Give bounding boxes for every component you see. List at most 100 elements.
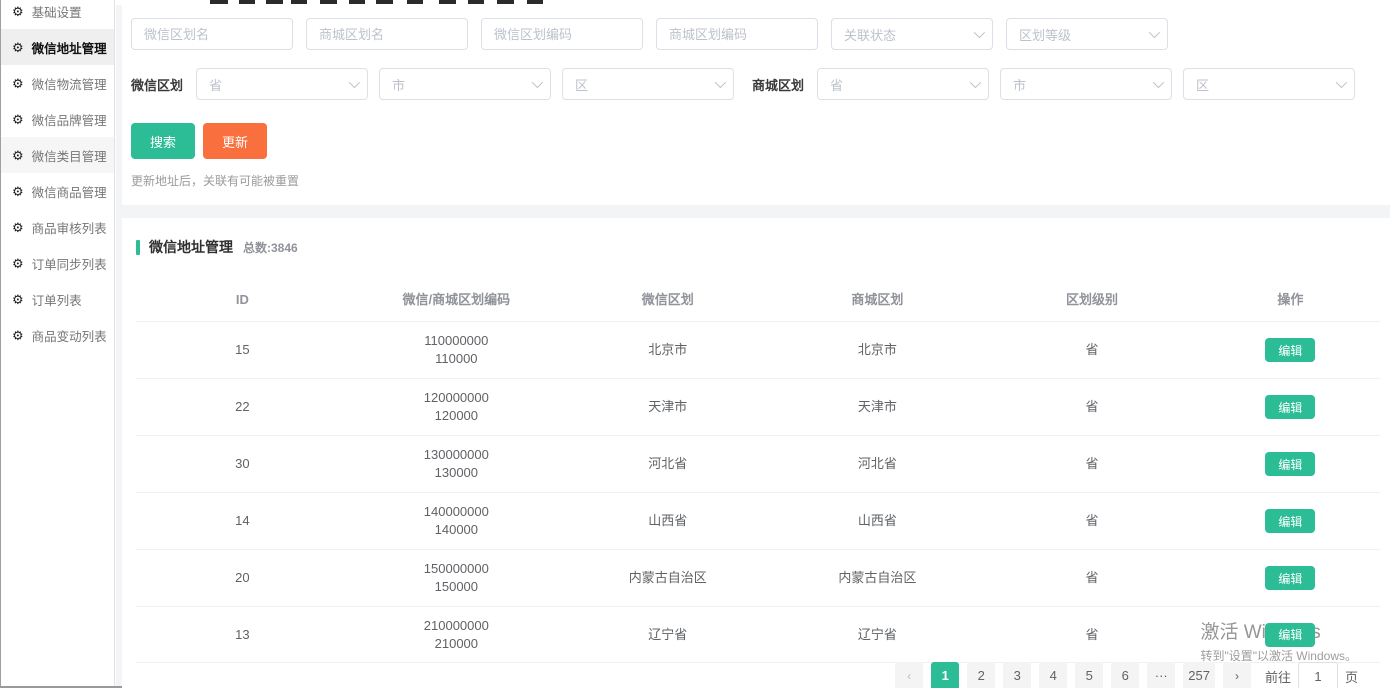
- mall-code: 110000: [349, 350, 564, 368]
- update-note: 更新地址后，关联有可能被重置: [131, 172, 1380, 189]
- cell-wechat-region: 辽宁省: [564, 626, 772, 644]
- cell-actions: 编辑: [1201, 452, 1380, 476]
- cell-id: 20: [136, 569, 349, 587]
- edit-button[interactable]: 编辑: [1265, 395, 1315, 419]
- cell-wechat-region: 天津市: [564, 398, 772, 416]
- sidebar-item-label: 微信物流管理: [32, 74, 107, 93]
- sidebar-item[interactable]: ⚙微信商品管理: [1, 173, 114, 209]
- page-button[interactable]: 257: [1183, 662, 1215, 688]
- sidebar-item[interactable]: ⚙商品变动列表: [1, 317, 114, 353]
- pagination: ‹ 123456 ··· 257 › 前往 页: [891, 662, 1358, 688]
- cell-actions: 编辑: [1201, 566, 1380, 590]
- cell-level: 省: [983, 398, 1201, 416]
- page-button[interactable]: 4: [1039, 662, 1067, 688]
- table-row: 30130000000130000河北省河北省省编辑: [136, 435, 1380, 492]
- cell-actions: 编辑: [1201, 509, 1380, 533]
- select-placeholder: 关联状态: [844, 25, 896, 44]
- sidebar-item[interactable]: ⚙ 商品审核列表: [1, 209, 114, 245]
- select-placeholder: 省: [209, 75, 222, 94]
- search-button[interactable]: 搜索: [131, 123, 195, 159]
- link-status-select[interactable]: 关联状态: [831, 18, 993, 50]
- sidebar-item-label: 微信类目管理: [32, 146, 107, 165]
- table-row: 20150000000150000内蒙古自治区内蒙古自治区省编辑: [136, 549, 1380, 606]
- edit-button[interactable]: 编辑: [1265, 452, 1315, 476]
- sidebar-item-label: 基础设置: [32, 2, 82, 21]
- cell-mall-region: 天津市: [772, 398, 983, 416]
- cell-level: 省: [983, 626, 1201, 644]
- table-body: 15110000000110000北京市北京市省编辑22120000000120…: [136, 321, 1380, 663]
- cell-mall-region: 内蒙古自治区: [772, 569, 983, 587]
- column-header: 操作: [1201, 291, 1380, 309]
- goto-page: 前往 页: [1265, 662, 1358, 688]
- page-button[interactable]: 2: [967, 662, 995, 688]
- cell-codes: 110000000110000: [349, 332, 564, 368]
- next-page-button[interactable]: ›: [1223, 662, 1251, 688]
- column-header: 微信区划: [564, 291, 772, 309]
- sidebar-item[interactable]: ⚙微信地址管理: [1, 29, 114, 65]
- mall-code: 120000: [349, 407, 564, 425]
- gear-icon: ⚙: [12, 185, 24, 198]
- mall-region-select-1[interactable]: 市: [1000, 68, 1172, 100]
- wechat-region-select-1[interactable]: 市: [379, 68, 551, 100]
- cell-level: 省: [983, 455, 1201, 473]
- cell-mall-region: 河北省: [772, 455, 983, 473]
- sidebar-item-label: 微信品牌管理: [32, 110, 107, 129]
- wechat-region-selects: 省 市区: [196, 68, 734, 100]
- wechat-region-select-0[interactable]: 省: [196, 68, 368, 100]
- cell-codes: 120000000120000: [349, 389, 564, 425]
- mall-region-label: 商城区划: [752, 75, 804, 94]
- cell-codes: 210000000210000: [349, 617, 564, 653]
- gear-icon: ⚙: [12, 77, 24, 90]
- sidebar-item[interactable]: ⚙ 微信类目管理: [1, 137, 114, 173]
- gear-icon: ⚙: [12, 5, 24, 18]
- page-button[interactable]: 6: [1111, 662, 1139, 688]
- sidebar-list: ⚙ 基础设置 ⚙微信地址管理 ⚙ 微信物流管理 ⚙ 微信品牌管理 ⚙ 微信类目管理 ⚙微信商品管理…: [1, 0, 114, 353]
- wechat-region-label: 微信区划: [131, 75, 183, 94]
- gear-icon: ⚙: [12, 221, 24, 234]
- gear-icon: ⚙: [12, 113, 24, 126]
- section-header: 微信地址管理 总数:3846: [136, 237, 1380, 257]
- total-count: 总数:3846: [243, 239, 298, 256]
- chevron-down-icon: [1336, 77, 1347, 88]
- page-button[interactable]: 1: [931, 662, 959, 688]
- page-ellipsis[interactable]: ···: [1147, 662, 1175, 688]
- cell-actions: 编辑: [1201, 338, 1380, 362]
- chevron-down-icon: [970, 77, 981, 88]
- prev-page-button[interactable]: ‹: [895, 662, 923, 688]
- edit-button[interactable]: 编辑: [1265, 623, 1315, 647]
- page-button[interactable]: 5: [1075, 662, 1103, 688]
- sidebar-item[interactable]: ⚙订单同步列表: [1, 245, 114, 281]
- wechat-region-name-input[interactable]: [131, 18, 293, 50]
- mall-code: 150000: [349, 578, 564, 596]
- wechat-region-code-input[interactable]: [481, 18, 643, 50]
- mall-region-select-2[interactable]: 区: [1183, 68, 1355, 100]
- main-content: 关联状态区划等级 微信区划 省市区 商城区划 省市区 搜索 更新 更新地址后，关…: [116, 5, 1390, 686]
- sidebar-item[interactable]: ⚙ 微信物流管理: [1, 65, 114, 101]
- cell-wechat-region: 河北省: [564, 455, 772, 473]
- mall-region-code-input[interactable]: [656, 18, 818, 50]
- edit-button[interactable]: 编辑: [1265, 509, 1315, 533]
- sidebar-item[interactable]: ⚙ 基础设置: [1, 0, 114, 29]
- table-row: 22120000000120000天津市天津市省编辑: [136, 378, 1380, 435]
- sidebar-item[interactable]: ⚙订单列表: [1, 281, 114, 317]
- cell-codes: 150000000150000: [349, 560, 564, 596]
- mall-region-select-0[interactable]: 省: [817, 68, 989, 100]
- mall-code: 140000: [349, 521, 564, 539]
- gear-icon: ⚙: [12, 293, 24, 306]
- sidebar-item-label: 商品审核列表: [32, 218, 107, 237]
- edit-button[interactable]: 编辑: [1265, 566, 1315, 590]
- sidebar-item[interactable]: ⚙ 微信品牌管理: [1, 101, 114, 137]
- cell-codes: 130000000130000: [349, 446, 564, 482]
- gear-icon: ⚙: [12, 149, 24, 162]
- mall-region-name-input[interactable]: [306, 18, 468, 50]
- page-button[interactable]: 3: [1003, 662, 1031, 688]
- filter-row-regions: 微信区划 省市区 商城区划 省市区: [131, 68, 1380, 100]
- update-button[interactable]: 更新: [203, 123, 267, 159]
- goto-label: 前往: [1265, 667, 1291, 686]
- edit-button[interactable]: 编辑: [1265, 338, 1315, 362]
- goto-page-input[interactable]: [1298, 662, 1338, 688]
- region-level-select[interactable]: 区划等级: [1006, 18, 1168, 50]
- cell-id: 22: [136, 398, 349, 416]
- cell-wechat-region: 内蒙古自治区: [564, 569, 772, 587]
- wechat-region-select-2[interactable]: 区: [562, 68, 734, 100]
